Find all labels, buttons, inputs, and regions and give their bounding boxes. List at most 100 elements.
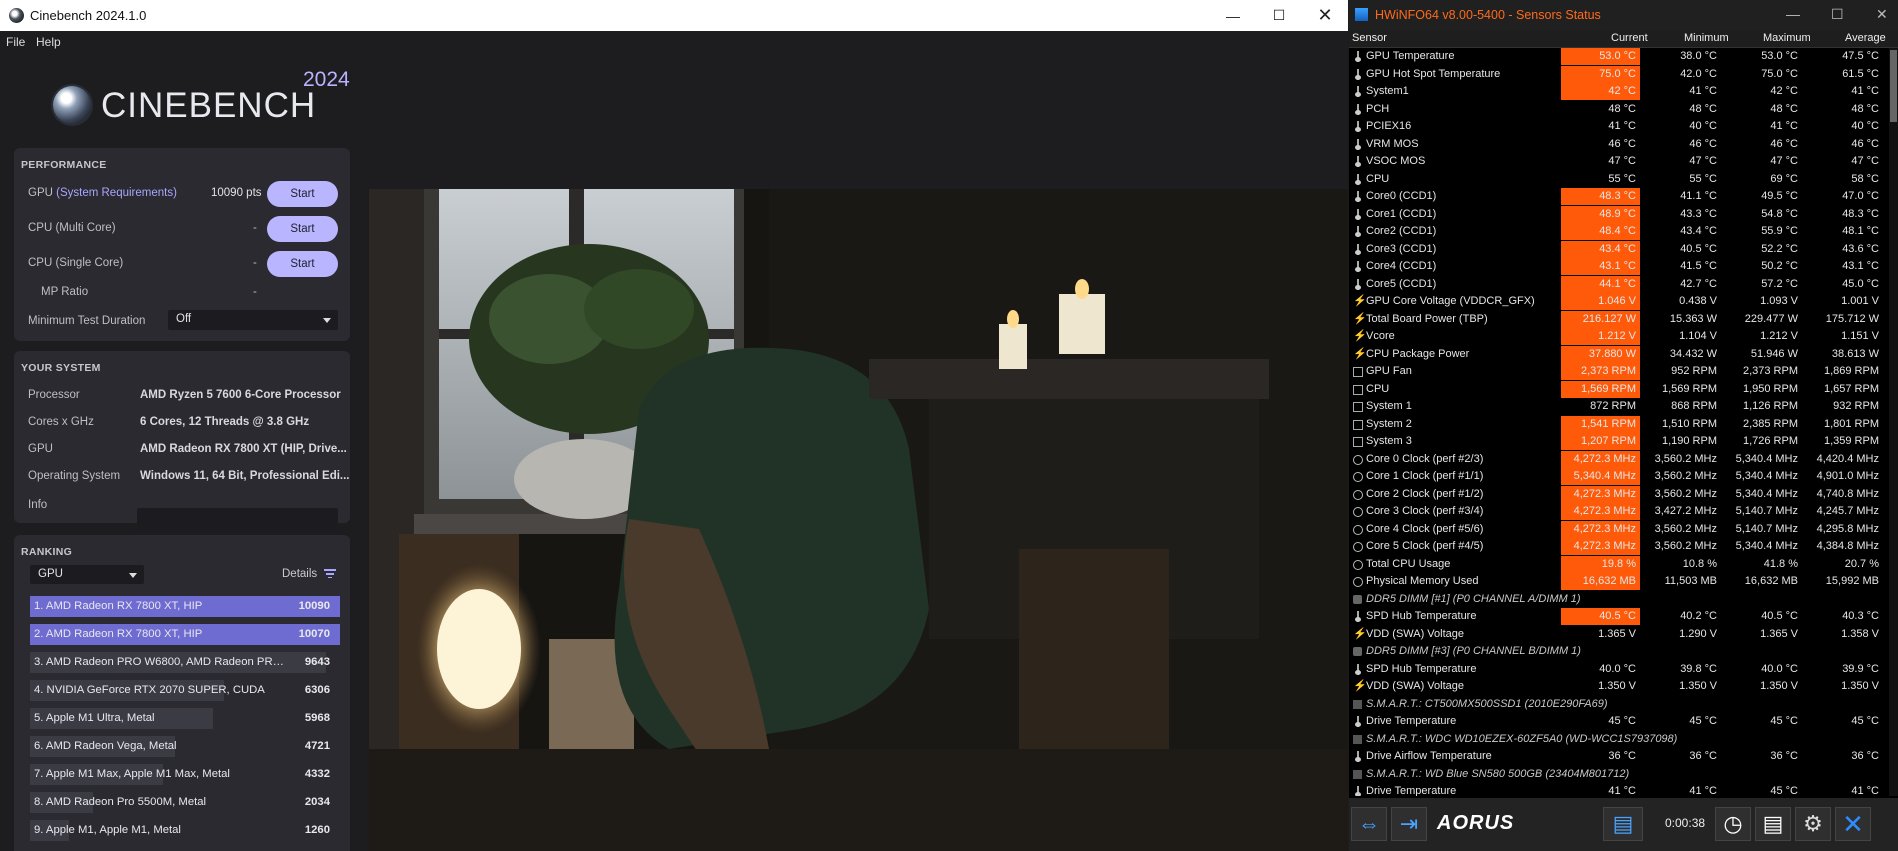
maximize-button[interactable]: ☐	[1256, 0, 1302, 31]
gpu-start-button[interactable]: Start	[267, 181, 338, 207]
ranking-row[interactable]: 2. AMD Radeon RX 7800 XT, HIP 10070	[30, 624, 340, 645]
ranking-filter-value: GPU	[38, 568, 63, 580]
sensor-row[interactable]: System 1 872 RPM 868 RPM 1,126 RPM 932 RPM	[1349, 398, 1889, 415]
ranking-row[interactable]: 4. NVIDIA GeForce RTX 2070 SUPER, CUDA 63…	[30, 680, 340, 701]
info-input[interactable]	[137, 508, 338, 532]
ranking-row[interactable]: 1. AMD Radeon RX 7800 XT, HIP 10090	[30, 596, 340, 617]
menu-help[interactable]: Help	[36, 35, 61, 49]
sensor-row[interactable]: GPU Temperature 53.0 °C 38.0 °C 53.0 °C 47.5…	[1349, 48, 1889, 65]
report-icon[interactable]: ▤	[1755, 807, 1791, 841]
sensor-name: PCH	[1366, 102, 1390, 115]
sensor-row[interactable]: Drive Airflow Temperature 36 °C 36 °C 36 °C…	[1349, 748, 1889, 765]
sensor-current-value: 43.1 °C	[1561, 258, 1640, 275]
sensor-group-row[interactable]: S.M.A.R.T.: WDC WD10EZEX-60ZF5A0 (WD-WCC…	[1349, 731, 1889, 748]
sensor-minimum-value: 48 °C	[1689, 102, 1717, 115]
sensor-row[interactable]: SPD Hub Temperature 40.0 °C 39.8 °C 40.0 °C…	[1349, 661, 1889, 678]
sensor-maximum-value: 46 °C	[1770, 137, 1798, 150]
ranking-score: 9643	[304, 656, 330, 668]
sensor-row[interactable]: Core0 (CCD1) 48.3 °C 41.1 °C 49.5 °C 47.0 °C	[1349, 188, 1889, 205]
cpu-multi-start-button[interactable]: Start	[267, 216, 338, 242]
menu-file[interactable]: File	[6, 35, 25, 49]
navigate-arrows-icon[interactable]: ⇔	[1351, 807, 1387, 841]
sensor-row[interactable]: SPD Hub Temperature 40.5 °C 40.2 °C 40.5 °C…	[1349, 608, 1889, 625]
sensor-row[interactable]: Core1 (CCD1) 48.9 °C 43.3 °C 54.8 °C 48.3 °C	[1349, 205, 1889, 223]
sensor-row[interactable]: System 2 1,541 RPM 1,510 RPM 2,385 RPM 1,801…	[1349, 415, 1889, 433]
sensor-row[interactable]: Core 3 Clock (perf #3/4) 4,272.3 MHz 3,427…	[1349, 503, 1889, 520]
close-x-icon[interactable]: ✕	[1835, 807, 1871, 841]
minimize-button[interactable]: —	[1210, 0, 1256, 31]
ranking-row[interactable]: 7. Apple M1 Max, Apple M1 Max, Metal 4332	[30, 764, 340, 785]
sensor-maximum-value: 1.365 V	[1760, 627, 1798, 640]
sensor-row[interactable]: ⚡ GPU Core Voltage (VDDCR_GFX) 1.046 V 0.43…	[1349, 293, 1889, 310]
sensor-group-row[interactable]: S.M.A.R.T.: WD Blue SN580 500GB (23404M8…	[1349, 766, 1889, 783]
sensor-row[interactable]: Total CPU Usage 19.8 % 10.8 % 41.8 % 20.7 %	[1349, 555, 1889, 573]
sensor-row[interactable]: Core3 (CCD1) 43.4 °C 40.5 °C 52.2 °C 43.6 °C	[1349, 240, 1889, 258]
sensor-group-row[interactable]: DDR5 DIMM [#3] (P0 CHANNEL B/DIMM 1)	[1349, 643, 1889, 660]
sensor-row[interactable]: Drive Temperature 41 °C 41 °C 45 °C 41 °C	[1349, 783, 1889, 796]
settings-gear-icon[interactable]: ⚙	[1795, 807, 1831, 841]
sensor-row[interactable]: VRM MOS 46 °C 46 °C 46 °C 46 °C	[1349, 136, 1889, 153]
col-maximum[interactable]: Maximum	[1763, 32, 1811, 44]
sensor-row[interactable]: Drive Temperature 45 °C 45 °C 45 °C 45 °C	[1349, 713, 1889, 730]
sensor-row[interactable]: Core 0 Clock (perf #2/3) 4,272.3 MHz 3,560…	[1349, 450, 1889, 468]
system-requirements-link[interactable]: (System Requirements)	[56, 187, 177, 199]
col-minimum[interactable]: Minimum	[1684, 32, 1729, 44]
col-average[interactable]: Average	[1845, 32, 1886, 44]
ranking-row[interactable]: 3. AMD Radeon PRO W6800, AMD Radeon PRO …	[30, 652, 340, 673]
col-sensor[interactable]: Sensor	[1352, 32, 1387, 44]
sensor-row[interactable]: CPU 55 °C 55 °C 69 °C 58 °C	[1349, 171, 1889, 188]
clock-icon[interactable]: ◷	[1715, 807, 1751, 841]
sensor-row[interactable]: Core5 (CCD1) 44.1 °C 42.7 °C 57.2 °C 45.0 °C	[1349, 275, 1889, 293]
min-duration-select[interactable]: Off	[168, 310, 338, 330]
sensor-current-value: 5,340.4 MHz	[1561, 468, 1640, 485]
sensor-row[interactable]: Core2 (CCD1) 48.4 °C 43.4 °C 55.9 °C 48.1 °C	[1349, 223, 1889, 240]
sensor-row[interactable]: Physical Memory Used 16,632 MB 11,503 MB 16…	[1349, 573, 1889, 590]
sensor-row[interactable]: VSOC MOS 47 °C 47 °C 47 °C 47 °C	[1349, 153, 1889, 170]
sensor-row[interactable]: PCIEX16 41 °C 40 °C 41 °C 40 °C	[1349, 118, 1889, 135]
sensor-row[interactable]: Core4 (CCD1) 43.1 °C 41.5 °C 50.2 °C 43.1 °C	[1349, 258, 1889, 275]
lightning-icon: ⚡	[1353, 627, 1367, 640]
cpu-single-start-button[interactable]: Start	[267, 251, 338, 277]
sensor-row[interactable]: System 3 1,207 RPM 1,190 RPM 1,726 RPM 1,359…	[1349, 433, 1889, 450]
sensor-name: Core 2 Clock (perf #1/2)	[1366, 487, 1484, 500]
clock-icon	[1353, 524, 1363, 535]
sensor-row[interactable]: Core 5 Clock (perf #4/5) 4,272.3 MHz 3,560…	[1349, 538, 1889, 555]
sensor-row[interactable]: Core 4 Clock (perf #5/6) 4,272.3 MHz 3,560…	[1349, 520, 1889, 538]
close-button[interactable]: ✕	[1876, 6, 1888, 23]
sensor-row[interactable]: PCH 48 °C 48 °C 48 °C 48 °C	[1349, 101, 1889, 118]
lightning-icon: ⚡	[1353, 347, 1367, 360]
sensor-maximum-value: 40.0 °C	[1761, 662, 1798, 675]
sensor-group-row[interactable]: DDR5 DIMM [#1] (P0 CHANNEL A/DIMM 1)	[1349, 591, 1889, 608]
ranking-row[interactable]: 8. AMD Radeon Pro 5500M, Metal 2034	[30, 792, 340, 813]
ranking-row[interactable]: 9. Apple M1, Apple M1, Metal 1260	[30, 820, 340, 841]
ranking-row[interactable]: 5. Apple M1 Ultra, Metal 5968	[30, 708, 340, 729]
sensor-row[interactable]: Core 2 Clock (perf #1/2) 4,272.3 MHz 3,560…	[1349, 485, 1889, 503]
maximize-button[interactable]: ☐	[1831, 6, 1844, 23]
sensor-row[interactable]: ⚡ VDD (SWA) Voltage 1.350 V 1.350 V 1.350 V 1…	[1349, 678, 1889, 695]
sensor-current-value: 1,541 RPM	[1561, 415, 1640, 433]
min-duration-value: Off	[176, 313, 192, 325]
col-current[interactable]: Current	[1611, 32, 1648, 44]
minimize-button[interactable]: —	[1786, 6, 1800, 22]
thermometer-icon	[1353, 716, 1363, 727]
sensor-row[interactable]: GPU Hot Spot Temperature 75.0 °C 42.0 °C 75…	[1349, 65, 1889, 83]
sensor-row[interactable]: GPU Fan 2,373 RPM 952 RPM 2,373 RPM 1,869 RP…	[1349, 363, 1889, 380]
sensor-row[interactable]: Core 1 Clock (perf #1/1) 5,340.4 MHz 3,560…	[1349, 468, 1889, 485]
ranking-filter-select[interactable]: GPU	[30, 565, 144, 584]
network-icon[interactable]: ▤	[1603, 807, 1643, 841]
collapse-arrows-icon[interactable]: ⇥	[1391, 807, 1427, 841]
details-button[interactable]: Details	[282, 568, 337, 580]
ranking-score: 10090	[298, 600, 330, 612]
sensor-group-row[interactable]: S.M.A.R.T.: CT500MX500SSD1 (2010E290FA69…	[1349, 696, 1889, 713]
sensor-row[interactable]: ⚡ Vcore 1.212 V 1.104 V 1.212 V 1.151 V	[1349, 328, 1889, 345]
ranking-row[interactable]: 6. AMD Radeon Vega, Metal 4721	[30, 736, 340, 757]
sensor-row[interactable]: ⚡ VDD (SWA) Voltage 1.365 V 1.290 V 1.365 V 1…	[1349, 626, 1889, 643]
sensor-row[interactable]: ⚡ Total Board Power (TBP) 216.127 W 15.363 …	[1349, 310, 1889, 328]
scrollbar[interactable]	[1889, 48, 1898, 796]
scrollbar-thumb[interactable]	[1890, 50, 1897, 122]
sensor-row[interactable]: System1 42 °C 41 °C 42 °C 41 °C	[1349, 83, 1889, 100]
system-key: Processor	[28, 389, 80, 401]
sensor-row[interactable]: ⚡ CPU Package Power 37.880 W 34.432 W 51.946…	[1349, 345, 1889, 363]
close-button[interactable]: ✕	[1302, 0, 1348, 31]
sensor-row[interactable]: CPU 1,569 RPM 1,569 RPM 1,950 RPM 1,657 RPM	[1349, 380, 1889, 398]
